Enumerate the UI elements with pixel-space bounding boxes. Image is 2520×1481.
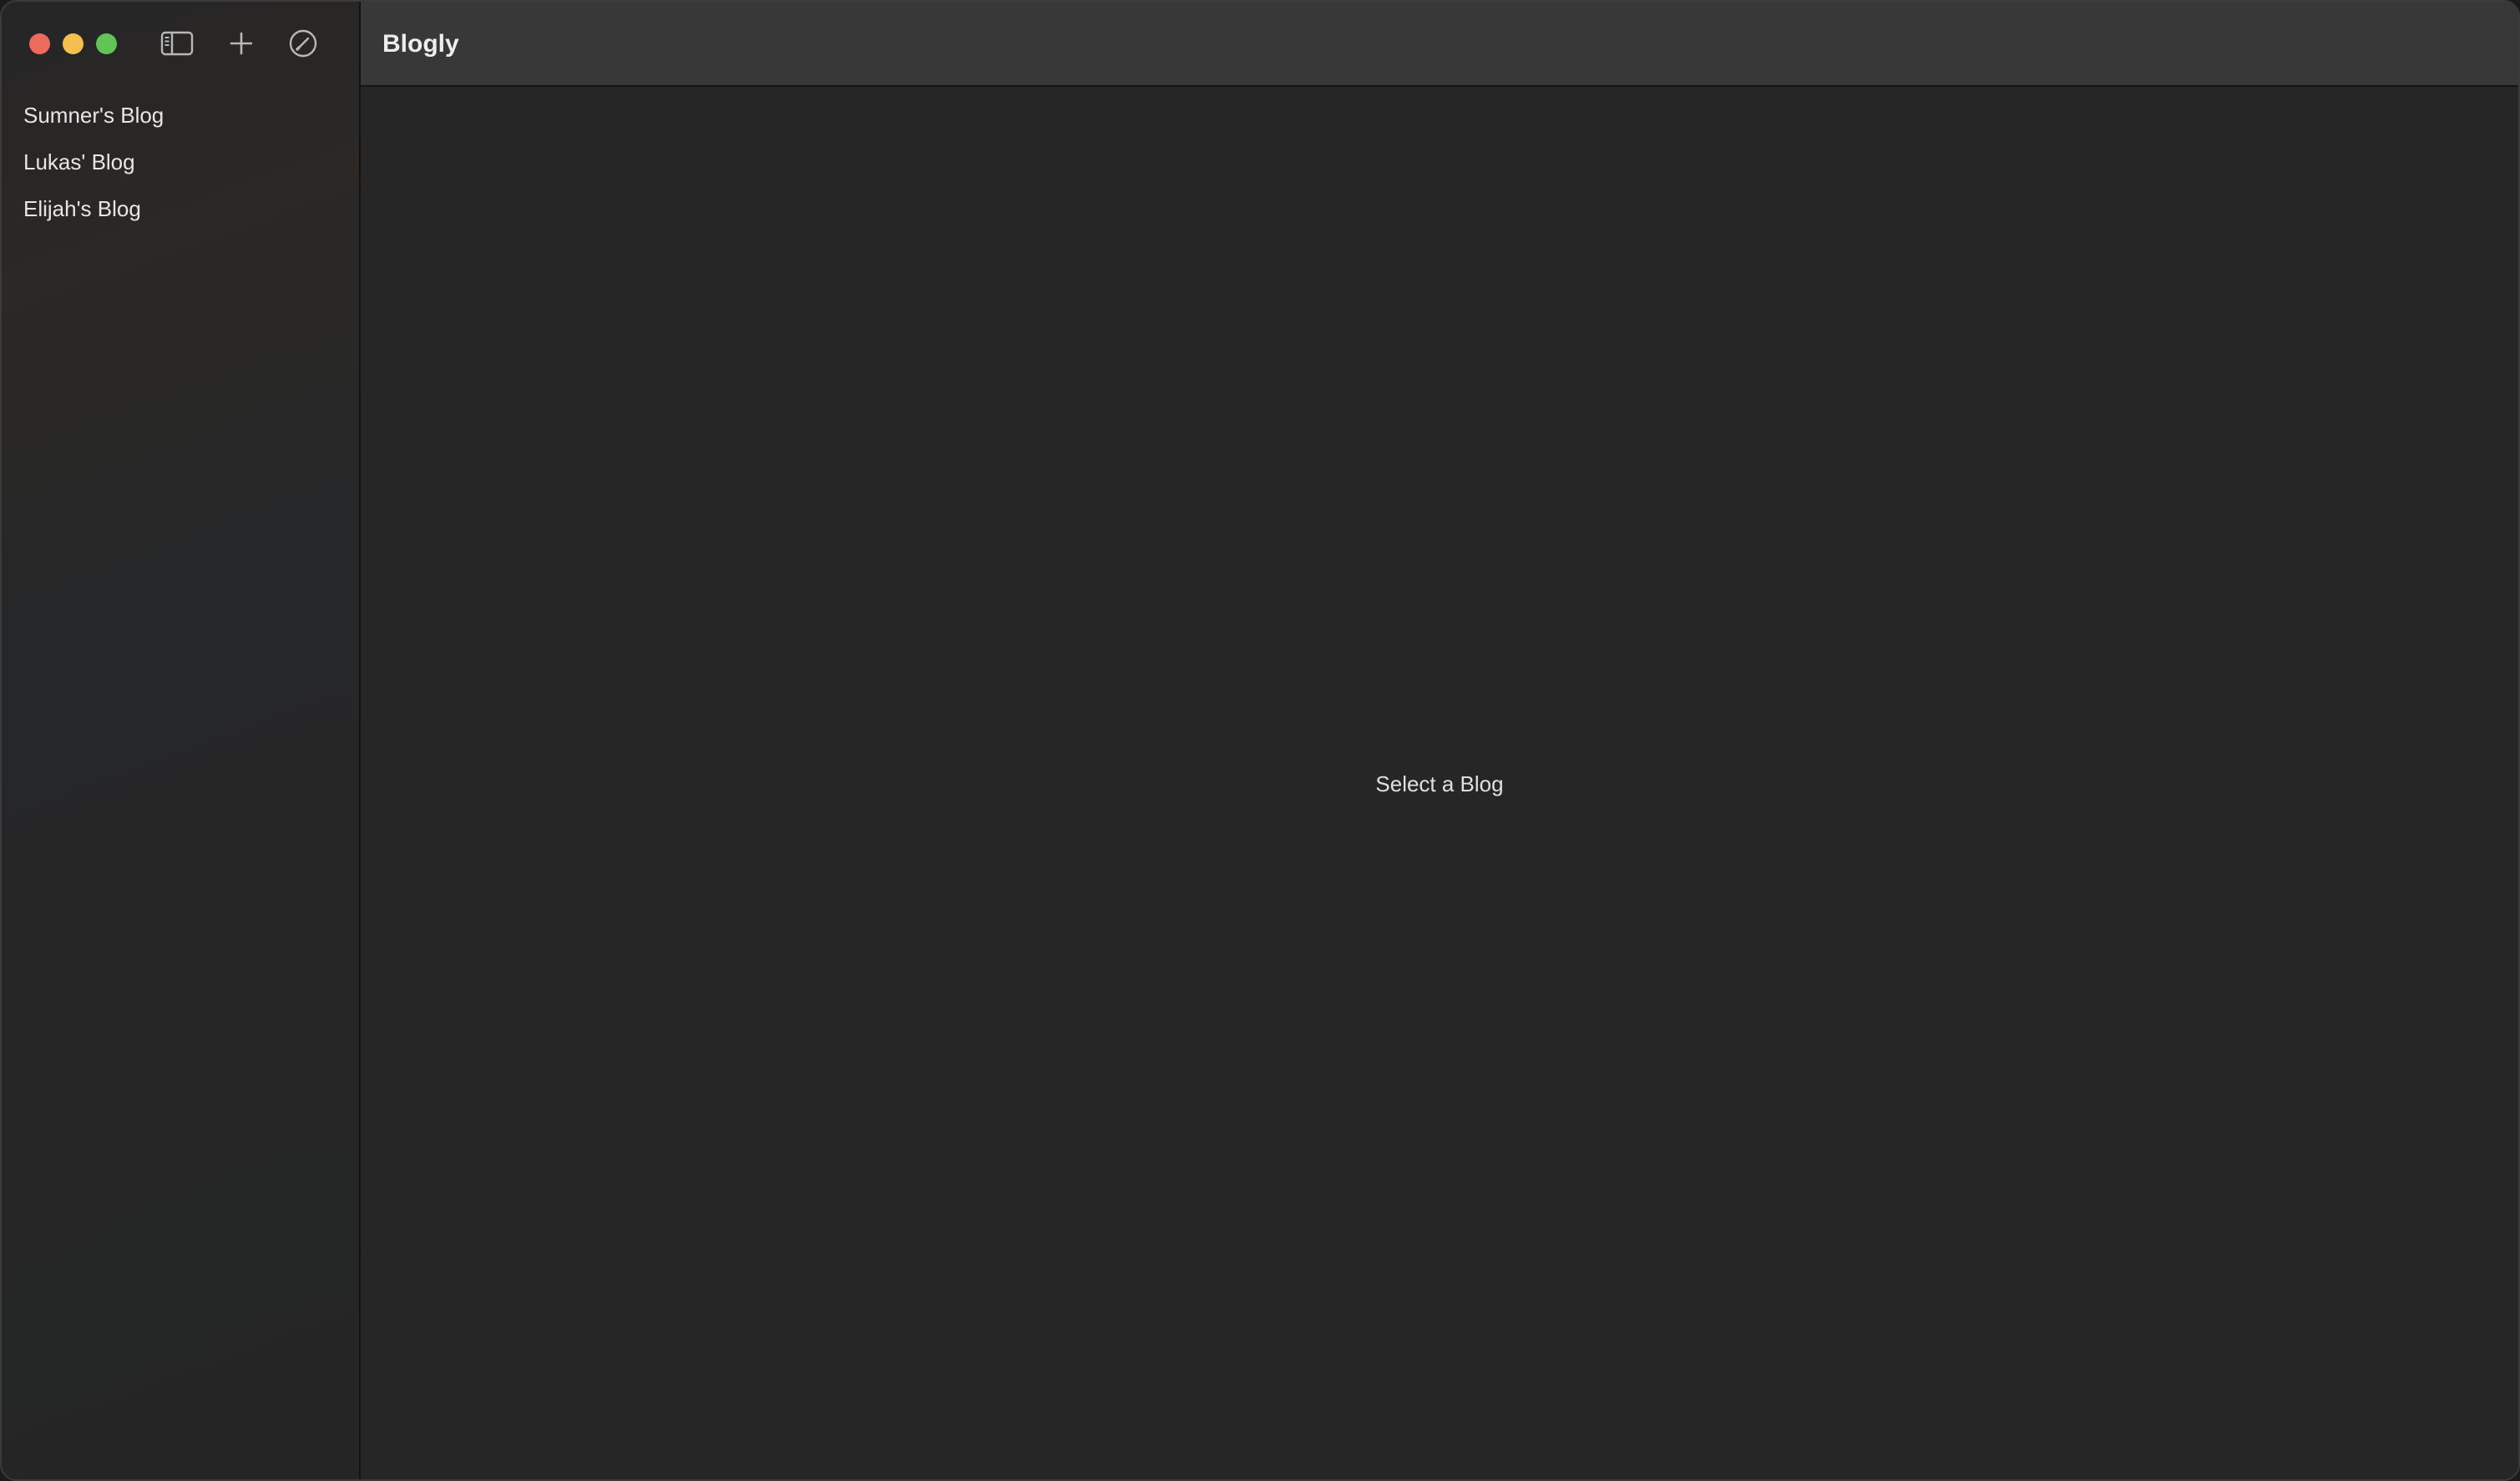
sidebar-toggle-icon xyxy=(160,31,194,56)
detail-pane: Blogly Select a Blog xyxy=(361,2,2518,1479)
sidebar-item-label: Elijah's Blog xyxy=(23,195,141,221)
sidebar-item-lukas-blog[interactable]: Lukas' Blog xyxy=(2,139,359,185)
blog-list: Sumner's Blog Lukas' Blog Elijah's Blog xyxy=(2,92,359,232)
sidebar-item-label: Lukas' Blog xyxy=(23,149,135,174)
minimize-button[interactable] xyxy=(63,33,83,54)
sidebar-item-label: Sumner's Blog xyxy=(23,102,164,128)
maximize-button[interactable] xyxy=(96,33,117,54)
compose-icon xyxy=(289,29,317,58)
empty-state-message: Select a Blog xyxy=(1375,771,1504,796)
close-button[interactable] xyxy=(29,33,50,54)
sidebar: Sumner's Blog Lukas' Blog Elijah's Blog xyxy=(2,2,361,1479)
compose-button[interactable] xyxy=(285,27,321,60)
app-window: Sumner's Blog Lukas' Blog Elijah's Blog … xyxy=(0,0,2520,1481)
title-bar: Blogly xyxy=(361,2,2518,87)
sidebar-item-sumners-blog[interactable]: Sumner's Blog xyxy=(2,92,359,139)
sidebar-item-elijahs-blog[interactable]: Elijah's Blog xyxy=(2,185,359,232)
plus-icon xyxy=(230,32,253,55)
window-title: Blogly xyxy=(382,30,459,58)
add-blog-button[interactable] xyxy=(223,27,260,60)
sidebar-toggle-button[interactable] xyxy=(159,27,195,60)
